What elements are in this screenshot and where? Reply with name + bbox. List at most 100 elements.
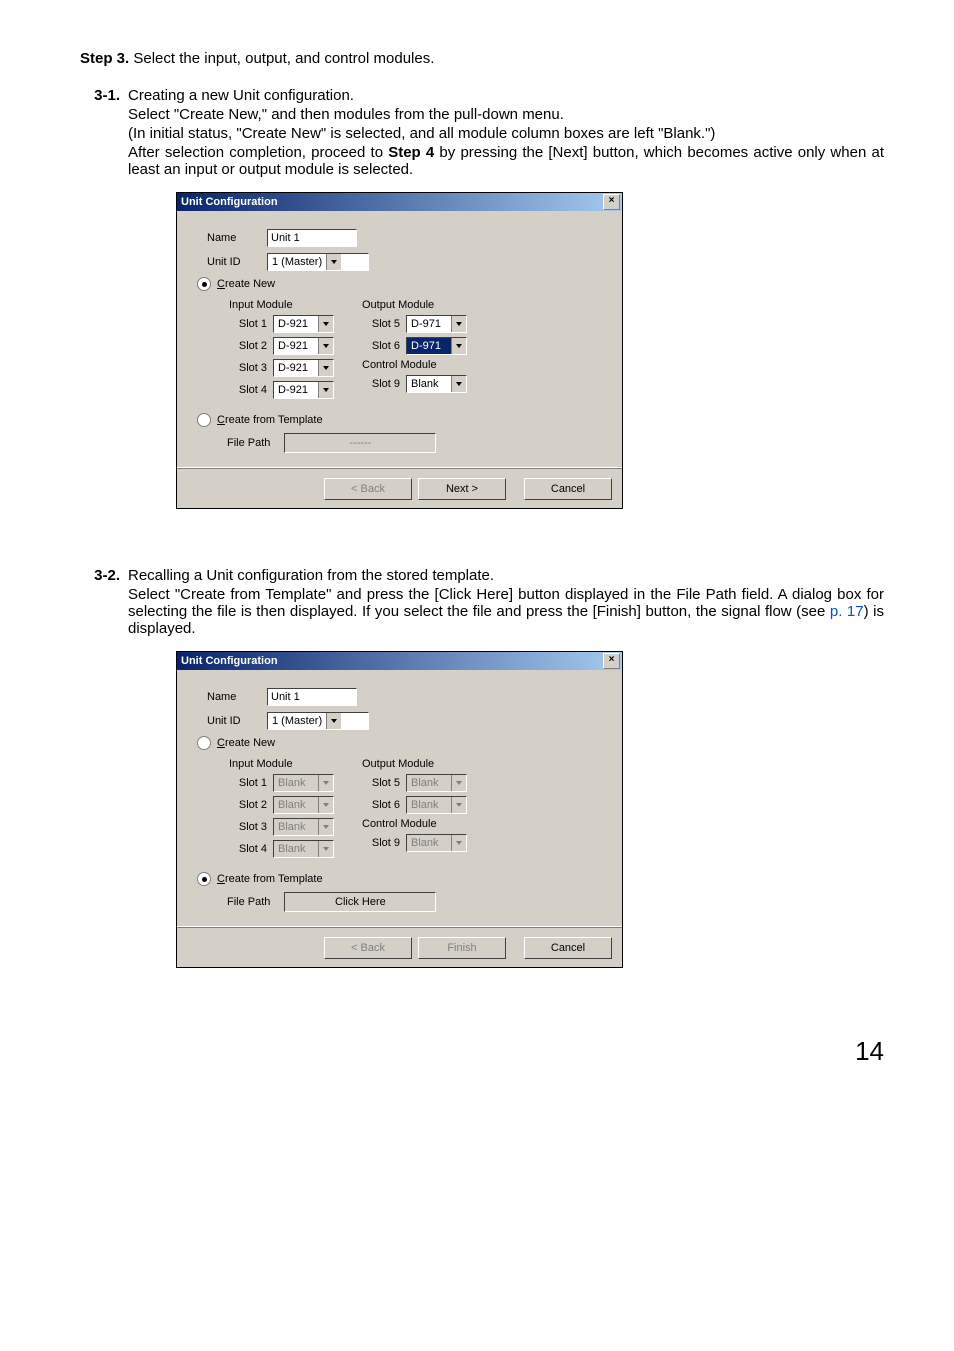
slot6-label: Slot 6 — [362, 340, 406, 352]
create-from-template-label: Create from Template — [217, 873, 323, 885]
radio-create-from-template[interactable] — [197, 413, 211, 427]
sec31-p3bold: Step 4 — [388, 144, 434, 161]
radio-create-new[interactable] — [197, 277, 211, 291]
slot9-label: Slot 9 — [362, 837, 406, 849]
slot1-value: D-921 — [274, 316, 318, 332]
step-heading: Step 3. Select the input, output, and co… — [80, 50, 884, 67]
page-number: 14 — [80, 1036, 884, 1067]
chevron-down-icon — [318, 841, 333, 857]
slot3-value: D-921 — [274, 360, 318, 376]
dialog-titlebar: Unit Configuration × — [177, 652, 622, 670]
slot3-label: Slot 3 — [229, 362, 273, 374]
slot5-select[interactable]: D-971 — [406, 315, 467, 333]
input-module-label: Input Module — [229, 299, 334, 311]
slot5-value: D-971 — [407, 316, 451, 332]
unit-config-dialog-1: Unit Configuration × Name Unit 1 Unit ID… — [176, 192, 623, 509]
file-path-label: File Path — [227, 896, 270, 908]
slot5-label: Slot 5 — [362, 318, 406, 330]
chevron-down-icon — [318, 775, 333, 791]
slot2-select: Blank — [273, 796, 334, 814]
unitid-label: Unit ID — [207, 715, 267, 727]
chevron-down-icon[interactable] — [318, 316, 333, 332]
step-label: Step 3. — [80, 50, 129, 67]
sec31-num: 3-1. — [80, 87, 128, 537]
chevron-down-icon[interactable] — [326, 254, 341, 270]
slot1-select[interactable]: D-921 — [273, 315, 334, 333]
unitid-select[interactable]: 1 (Master) — [267, 253, 369, 271]
unit-config-dialog-2: Unit Configuration × Name Unit 1 Unit ID… — [176, 651, 623, 968]
chevron-down-icon — [318, 819, 333, 835]
slot2-value: D-921 — [274, 338, 318, 354]
file-path-button[interactable]: Click Here — [284, 892, 436, 912]
sec31-p3: After selection completion, proceed to S… — [128, 144, 884, 178]
slot6-label: Slot 6 — [362, 799, 406, 811]
slot5-label: Slot 5 — [362, 777, 406, 789]
sec32-p1a: Select "Create from Template" and press … — [128, 586, 884, 620]
name-field[interactable]: Unit 1 — [267, 229, 357, 247]
page-link[interactable]: p. 17 — [830, 603, 864, 620]
create-from-template-label: Create from Template — [217, 414, 323, 426]
dialog-title: Unit Configuration — [181, 196, 603, 208]
unitid-select[interactable]: 1 (Master) — [267, 712, 369, 730]
slot4-value: Blank — [274, 841, 318, 857]
slot6-value: Blank — [407, 797, 451, 813]
radio-create-from-template[interactable] — [197, 872, 211, 886]
input-module-label: Input Module — [229, 758, 334, 770]
close-icon[interactable]: × — [603, 194, 620, 210]
slot4-select[interactable]: D-921 — [273, 381, 334, 399]
back-button: < Back — [324, 478, 412, 500]
slot2-label: Slot 2 — [229, 340, 273, 352]
cancel-button[interactable]: Cancel — [524, 478, 612, 500]
output-module-label: Output Module — [362, 299, 467, 311]
slot9-select[interactable]: Blank — [406, 375, 467, 393]
close-icon[interactable]: × — [603, 653, 620, 669]
sec31-title: Creating a new Unit configuration. — [128, 87, 884, 104]
chevron-down-icon[interactable] — [451, 376, 466, 392]
slot9-value: Blank — [407, 835, 451, 851]
create-new-label: Create New — [217, 737, 275, 749]
name-label: Name — [207, 691, 267, 703]
unitid-label: Unit ID — [207, 256, 267, 268]
chevron-down-icon[interactable] — [451, 338, 466, 354]
chevron-down-icon — [318, 797, 333, 813]
slot3-select[interactable]: D-921 — [273, 359, 334, 377]
file-path-field: ------ — [284, 433, 436, 453]
slot4-label: Slot 4 — [229, 384, 273, 396]
chevron-down-icon[interactable] — [318, 382, 333, 398]
chevron-down-icon[interactable] — [318, 338, 333, 354]
chevron-down-icon — [451, 835, 466, 851]
slot6-value: D-971 — [407, 338, 451, 354]
dialog-titlebar: Unit Configuration × — [177, 193, 622, 211]
name-label: Name — [207, 232, 267, 244]
sec31-p2: (In initial status, "Create New" is sele… — [128, 125, 884, 142]
chevron-down-icon — [451, 797, 466, 813]
slot3-label: Slot 3 — [229, 821, 273, 833]
slot6-select[interactable]: D-971 — [406, 337, 467, 355]
back-button: < Back — [324, 937, 412, 959]
slot2-label: Slot 2 — [229, 799, 273, 811]
slot3-value: Blank — [274, 819, 318, 835]
radio-create-new[interactable] — [197, 736, 211, 750]
slot2-select[interactable]: D-921 — [273, 337, 334, 355]
name-field[interactable]: Unit 1 — [267, 688, 357, 706]
cancel-button[interactable]: Cancel — [524, 937, 612, 959]
file-path-label: File Path — [227, 437, 270, 449]
create-new-label: Create New — [217, 278, 275, 290]
sec32-title: Recalling a Unit configuration from the … — [128, 567, 884, 584]
slot9-label: Slot 9 — [362, 378, 406, 390]
slot1-label: Slot 1 — [229, 318, 273, 330]
chevron-down-icon[interactable] — [318, 360, 333, 376]
chevron-down-icon[interactable] — [326, 713, 341, 729]
slot5-select: Blank — [406, 774, 467, 792]
sec31-p1: Select "Create New," and then modules fr… — [128, 106, 884, 123]
slot5-value: Blank — [407, 775, 451, 791]
chevron-down-icon[interactable] — [451, 316, 466, 332]
slot2-value: Blank — [274, 797, 318, 813]
next-button[interactable]: Next > — [418, 478, 506, 500]
sec32-p1: Select "Create from Template" and press … — [128, 586, 884, 637]
sec31-p3a: After selection completion, proceed to — [128, 144, 388, 161]
slot3-select: Blank — [273, 818, 334, 836]
sec32-num: 3-2. — [80, 567, 128, 996]
unitid-value: 1 (Master) — [268, 254, 326, 270]
unitid-value: 1 (Master) — [268, 713, 326, 729]
